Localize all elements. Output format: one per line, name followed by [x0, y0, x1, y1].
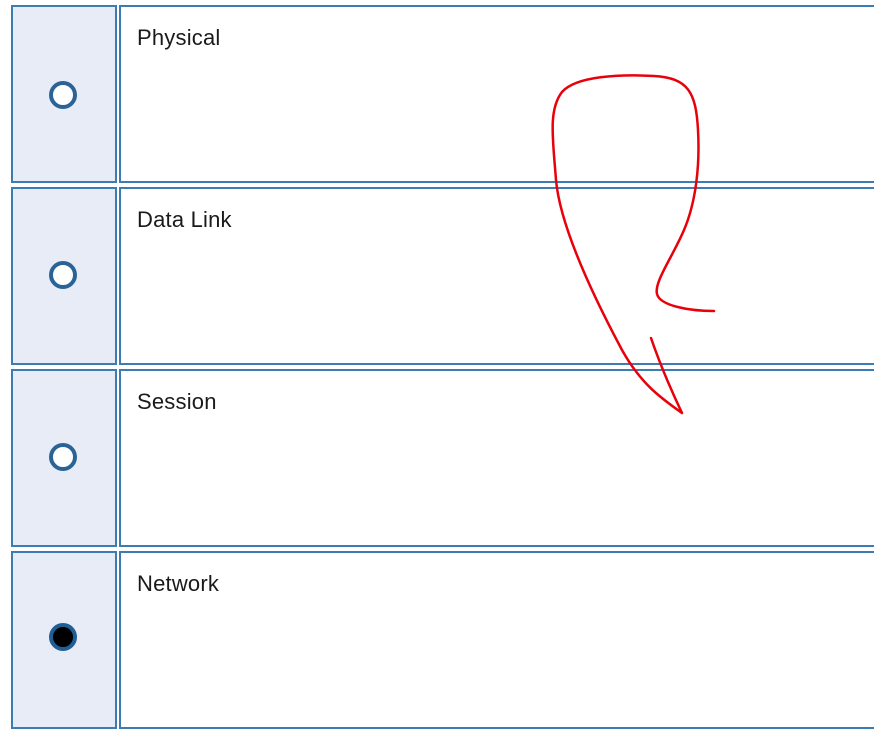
option-label-cell[interactable]: Session	[119, 369, 874, 547]
option-label: Session	[137, 389, 217, 414]
radio-button-data-link[interactable]	[49, 261, 77, 289]
option-row-physical[interactable]: Physical	[11, 5, 874, 183]
radio-cell[interactable]	[11, 187, 117, 365]
radio-button-physical[interactable]	[49, 81, 77, 109]
option-label: Physical	[137, 25, 221, 50]
option-label: Data Link	[137, 207, 232, 232]
answer-options-list: Physical Data Link Session Network	[0, 0, 874, 729]
option-row-network[interactable]: Network	[11, 551, 874, 729]
radio-button-session[interactable]	[49, 443, 77, 471]
option-row-data-link[interactable]: Data Link	[11, 187, 874, 365]
option-row-session[interactable]: Session	[11, 369, 874, 547]
option-label: Network	[137, 571, 220, 596]
option-label-cell[interactable]: Data Link	[119, 187, 874, 365]
option-label-cell[interactable]: Network	[119, 551, 874, 729]
option-label-cell[interactable]: Physical	[119, 5, 874, 183]
radio-cell[interactable]	[11, 5, 117, 183]
radio-cell[interactable]	[11, 369, 117, 547]
radio-button-network[interactable]	[49, 623, 77, 651]
radio-cell[interactable]	[11, 551, 117, 729]
